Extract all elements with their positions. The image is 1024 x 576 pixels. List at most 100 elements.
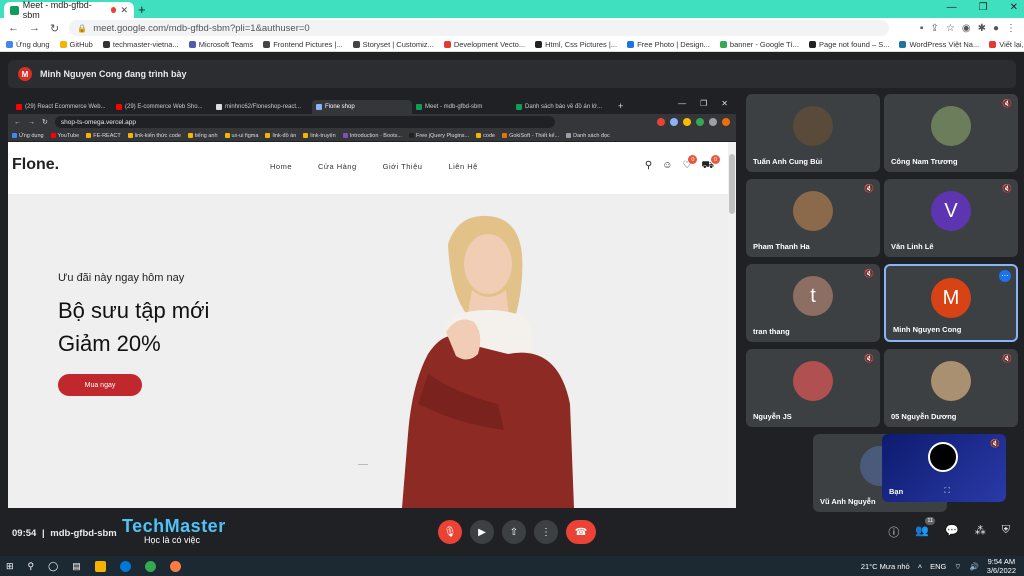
menu-dots-icon[interactable]: ⋮ (1006, 23, 1016, 34)
participant-tile[interactable]: V 🔇 Văn Linh Lê (884, 179, 1018, 257)
bookmark-item[interactable]: Free jQuery Plugins... (408, 133, 469, 139)
outer-tab-meet[interactable]: Meet - mdb-gfbd-sbm ✕ (4, 0, 134, 20)
cart-icon[interactable]: ⛟ 0 (701, 155, 720, 173)
taskbar-clock[interactable]: 9:54 AM 3/6/2022 (987, 557, 1016, 575)
bookmark-item[interactable]: Free Photo | Design... (627, 40, 710, 49)
app-icon[interactable] (169, 560, 181, 572)
forward-icon[interactable]: → (29, 22, 40, 34)
url-field[interactable]: 🔒 meet.google.com/mdb-gfbd-sbm?pli=1&aut… (69, 20, 890, 36)
bookmark-item[interactable]: Development Vecto... (443, 40, 525, 49)
bookmark-item[interactable]: Ứng dụng (6, 40, 50, 49)
info-icon[interactable]: ⓘ (888, 524, 899, 540)
self-tile[interactable]: 🔇 ⛶ Bạn (882, 434, 1006, 502)
camera-button[interactable]: ▶ (470, 520, 494, 544)
bookmark-item[interactable]: Danh sách đọc (566, 133, 610, 139)
bookmark-item[interactable]: Page not found – S... (808, 40, 889, 49)
more-options-icon[interactable]: ⋯ (999, 270, 1011, 282)
inner-tab[interactable]: (29) E-commerce Web Sho... (112, 100, 212, 114)
inner-tab[interactable]: (29) React Ecommerce Web... (12, 100, 112, 114)
start-icon[interactable]: ⊞ (6, 561, 14, 572)
extension-icon[interactable] (657, 118, 665, 126)
bookmark-item[interactable]: ux-ui figma (224, 133, 258, 139)
close-tab-icon[interactable]: ✕ (120, 5, 128, 16)
widgets-icon[interactable]: ▤ (72, 561, 81, 572)
star-icon[interactable]: ☆ (946, 23, 955, 34)
inner-tab-active[interactable]: Flone shop (312, 100, 412, 114)
search-icon[interactable]: ⚲ (28, 561, 35, 572)
share-icon[interactable]: ⇪ (930, 23, 938, 34)
back-icon[interactable]: ← (14, 119, 21, 126)
chrome-icon[interactable] (144, 560, 156, 572)
menu-home[interactable]: Home (270, 162, 292, 171)
bookmark-item[interactable]: Viết lại, viết lại họcer... (989, 40, 1024, 49)
mic-off-button[interactable]: 🎙 (438, 520, 462, 544)
bookmark-item[interactable]: FE-REACT (86, 133, 121, 139)
bookmark-item[interactable]: link-đồ án (265, 133, 296, 139)
menu-contact[interactable]: Liên Hệ (448, 162, 477, 171)
bookmark-item[interactable]: Storyset | Customiz... (352, 40, 434, 49)
participant-tile[interactable]: 🔇 Công Nam Trương (884, 94, 1018, 172)
wifi-icon[interactable]: ⌔ (954, 562, 961, 572)
present-button[interactable]: ⇧ (502, 520, 526, 544)
bookmark-item[interactable]: Introduction · Boots... (342, 133, 402, 139)
close-window-icon[interactable]: ✕ (1010, 2, 1018, 13)
search-icon[interactable]: ⚲ (645, 160, 652, 173)
bookmark-item[interactable]: Microsoft Teams (188, 40, 253, 49)
bookmark-item[interactable]: code (476, 133, 495, 139)
edge-icon[interactable] (119, 560, 131, 572)
bookmark-item[interactable]: banner - Google Tì... (719, 40, 799, 49)
new-tab-button[interactable]: + (138, 2, 146, 17)
participant-tile[interactable]: M ⋯ Minh Nguyen Cong (884, 264, 1018, 342)
extension-icon[interactable]: ◉ (962, 23, 971, 34)
extension-icon[interactable] (670, 118, 678, 126)
restore-icon[interactable]: ❐ (700, 99, 707, 108)
bookmark-item[interactable]: link-truyện (303, 133, 336, 139)
reload-icon[interactable]: ↻ (50, 22, 59, 35)
extension-icon[interactable] (709, 118, 717, 126)
bookmark-item[interactable]: Ứng dụng (12, 133, 44, 139)
bookmark-item[interactable]: GokiSoft - Thiết kế... (502, 133, 559, 139)
minimize-icon[interactable]: — (678, 99, 686, 108)
back-icon[interactable]: ← (8, 22, 19, 34)
wishlist-icon[interactable]: ♡ 0 (682, 155, 698, 173)
reload-icon[interactable]: ↻ (42, 118, 48, 126)
user-icon[interactable]: ☺ (662, 160, 672, 173)
participant-tile[interactable]: Tuấn Anh Cung Bùi (746, 94, 880, 172)
puzzle-icon[interactable]: ✱ (978, 23, 986, 34)
bookmark-item[interactable]: WordPress Việt Na... (899, 40, 979, 49)
bookmark-item[interactable]: tiếng anh (187, 133, 218, 139)
bookmark-item[interactable]: Frontend Pictures |... (263, 40, 343, 49)
inner-tab[interactable]: minhnc62/Floneshop-react... (212, 100, 312, 114)
profile-icon[interactable] (722, 118, 730, 126)
minimize-icon[interactable]: — (947, 2, 957, 13)
language-indicator[interactable]: ENG (930, 562, 946, 571)
close-window-icon[interactable]: ✕ (721, 99, 728, 108)
slider-indicator[interactable] (358, 464, 368, 465)
inner-new-tab-button[interactable]: + (618, 101, 623, 111)
participant-tile[interactable]: 🔇 05 Nguyễn Dương (884, 349, 1018, 427)
host-controls-icon[interactable]: ⛨ (1002, 524, 1010, 540)
camera-icon[interactable]: ▪ (920, 23, 924, 34)
activities-icon[interactable]: ⁂ (975, 524, 986, 540)
menu-about[interactable]: Giới Thiệu (383, 162, 423, 171)
shop-now-button[interactable]: Mua ngay (58, 374, 142, 396)
task-view-icon[interactable]: ◯ (48, 561, 58, 572)
leave-call-button[interactable]: ☎ (566, 520, 596, 544)
weather-widget[interactable]: 21°C Mưa nhỏ (861, 562, 910, 571)
chat-icon[interactable]: 💬 (945, 524, 959, 540)
file-explorer-icon[interactable] (94, 560, 106, 572)
participant-tile[interactable]: t 🔇 tran thang (746, 264, 880, 342)
volume-icon[interactable]: 🔊 (969, 562, 978, 571)
inner-tab[interactable]: Danh sách báo về đồ án lớ... (512, 100, 612, 114)
bookmark-item[interactable]: GitHub (59, 40, 93, 49)
bookmark-item[interactable]: techmaster-vietna... (102, 40, 179, 49)
tray-arrow-icon[interactable]: ˄ (918, 562, 922, 571)
more-options-button[interactable]: ⋮ (534, 520, 558, 544)
menu-shop[interactable]: Cửa Hàng (318, 162, 357, 171)
bookmark-item[interactable]: Html, Css Pictures |... (535, 40, 617, 49)
profile-icon[interactable]: ● (993, 23, 999, 34)
inner-url-field[interactable]: shop-ts-omega.vercel.app (54, 116, 555, 128)
participant-tile[interactable]: 🔇 Pham Thanh Ha (746, 179, 880, 257)
extension-icon[interactable] (683, 118, 691, 126)
extension-icon[interactable] (696, 118, 704, 126)
